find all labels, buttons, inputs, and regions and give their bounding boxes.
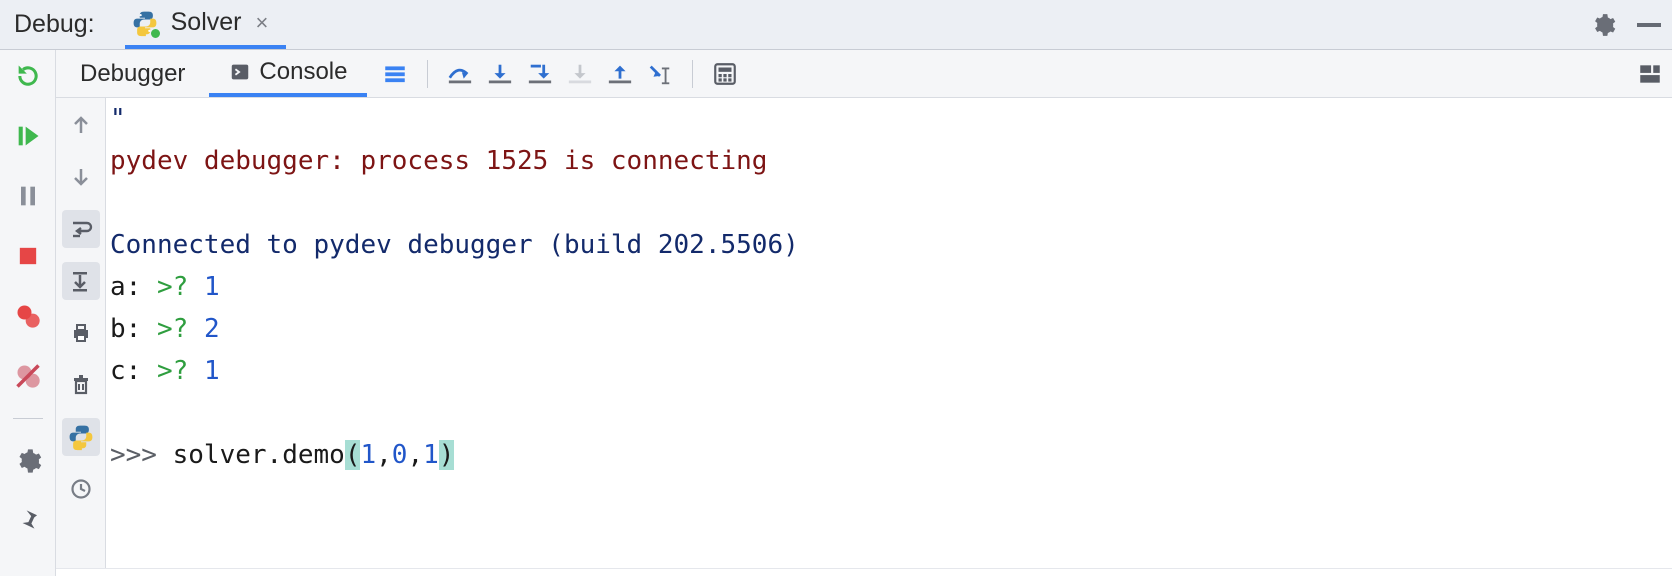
repl-arg2: 0 bbox=[392, 440, 408, 470]
tab-debugger[interactable]: Debugger bbox=[60, 50, 205, 97]
console-line: " bbox=[110, 104, 126, 134]
evaluate-expression-icon[interactable] bbox=[707, 56, 743, 92]
console-gutter bbox=[56, 98, 106, 568]
repl-close-paren: ) bbox=[439, 440, 455, 470]
run-controls-column bbox=[0, 50, 56, 576]
browse-history-icon[interactable] bbox=[62, 470, 100, 508]
scroll-down-icon[interactable] bbox=[62, 158, 100, 196]
separator bbox=[692, 60, 693, 88]
repl-dot: . bbox=[267, 440, 283, 470]
repl-comma2: , bbox=[407, 440, 423, 470]
panel-title: Debug: bbox=[14, 10, 95, 39]
stop-icon[interactable] bbox=[8, 236, 48, 276]
tab-debugger-label: Debugger bbox=[80, 60, 185, 88]
python-file-icon bbox=[131, 9, 159, 37]
input-c-prompt: >? bbox=[157, 356, 204, 386]
tab-console-label: Console bbox=[259, 58, 347, 86]
scroll-up-icon[interactable] bbox=[62, 106, 100, 144]
console-body-row: " pydev debugger: process 1525 is connec… bbox=[56, 98, 1672, 568]
input-a-value: 1 bbox=[204, 272, 220, 302]
right-pane: Debugger Console bbox=[56, 50, 1672, 576]
input-a-label: a: bbox=[110, 272, 157, 302]
debugger-settings-icon[interactable] bbox=[8, 441, 48, 481]
step-out-icon[interactable] bbox=[602, 56, 638, 92]
mute-breakpoints-icon[interactable] bbox=[8, 356, 48, 396]
input-c-value: 1 bbox=[204, 356, 220, 386]
input-a-prompt: >? bbox=[157, 272, 204, 302]
run-config-tab-label: Solver bbox=[171, 8, 242, 37]
scroll-to-end-icon[interactable] bbox=[62, 262, 100, 300]
repl-comma1: , bbox=[376, 440, 392, 470]
separator bbox=[13, 418, 43, 419]
input-c-label: c: bbox=[110, 356, 157, 386]
step-into-my-code-icon[interactable] bbox=[522, 56, 558, 92]
console-tab-icon bbox=[229, 61, 251, 83]
console-connected-line: Connected to pydev debugger (build 202.5… bbox=[110, 230, 799, 260]
hide-panel-icon[interactable] bbox=[1626, 2, 1672, 48]
layout-settings-icon[interactable] bbox=[1632, 56, 1668, 92]
resume-icon[interactable] bbox=[8, 116, 48, 156]
status-strip bbox=[56, 568, 1672, 576]
close-tab-icon[interactable]: × bbox=[256, 10, 269, 36]
gear-icon[interactable] bbox=[1580, 2, 1626, 48]
soft-wrap-icon[interactable] bbox=[62, 210, 100, 248]
clear-all-icon[interactable] bbox=[62, 366, 100, 404]
repl-open-paren: ( bbox=[345, 440, 361, 470]
console-output[interactable]: " pydev debugger: process 1525 is connec… bbox=[106, 98, 1672, 568]
show-python-prompt-icon[interactable] bbox=[62, 418, 100, 456]
threads-view-icon[interactable] bbox=[377, 56, 413, 92]
tab-console[interactable]: Console bbox=[209, 50, 367, 97]
force-step-into-icon bbox=[562, 56, 598, 92]
step-into-icon[interactable] bbox=[482, 56, 518, 92]
input-b-prompt: >? bbox=[157, 314, 204, 344]
debug-toolbar: Debugger Console bbox=[56, 50, 1672, 98]
run-to-cursor-icon[interactable] bbox=[642, 56, 678, 92]
input-b-value: 2 bbox=[204, 314, 220, 344]
debug-panel-body: Debugger Console bbox=[0, 50, 1672, 576]
step-over-icon[interactable] bbox=[442, 56, 478, 92]
console-connecting-line: pydev debugger: process 1525 is connecti… bbox=[110, 146, 767, 176]
repl-function: demo bbox=[282, 440, 345, 470]
input-b-label: b: bbox=[110, 314, 157, 344]
pause-icon[interactable] bbox=[8, 176, 48, 216]
view-breakpoints-icon[interactable] bbox=[8, 296, 48, 336]
separator bbox=[427, 60, 428, 88]
pin-icon[interactable] bbox=[8, 501, 48, 541]
repl-arg1: 1 bbox=[360, 440, 376, 470]
print-icon[interactable] bbox=[62, 314, 100, 352]
debug-panel-header: Debug: Solver × bbox=[0, 0, 1672, 50]
run-config-tab[interactable]: Solver × bbox=[125, 0, 287, 49]
repl-arg3: 1 bbox=[423, 440, 439, 470]
repl-prompt: >>> bbox=[110, 440, 173, 470]
repl-object: solver bbox=[173, 440, 267, 470]
rerun-icon[interactable] bbox=[8, 56, 48, 96]
